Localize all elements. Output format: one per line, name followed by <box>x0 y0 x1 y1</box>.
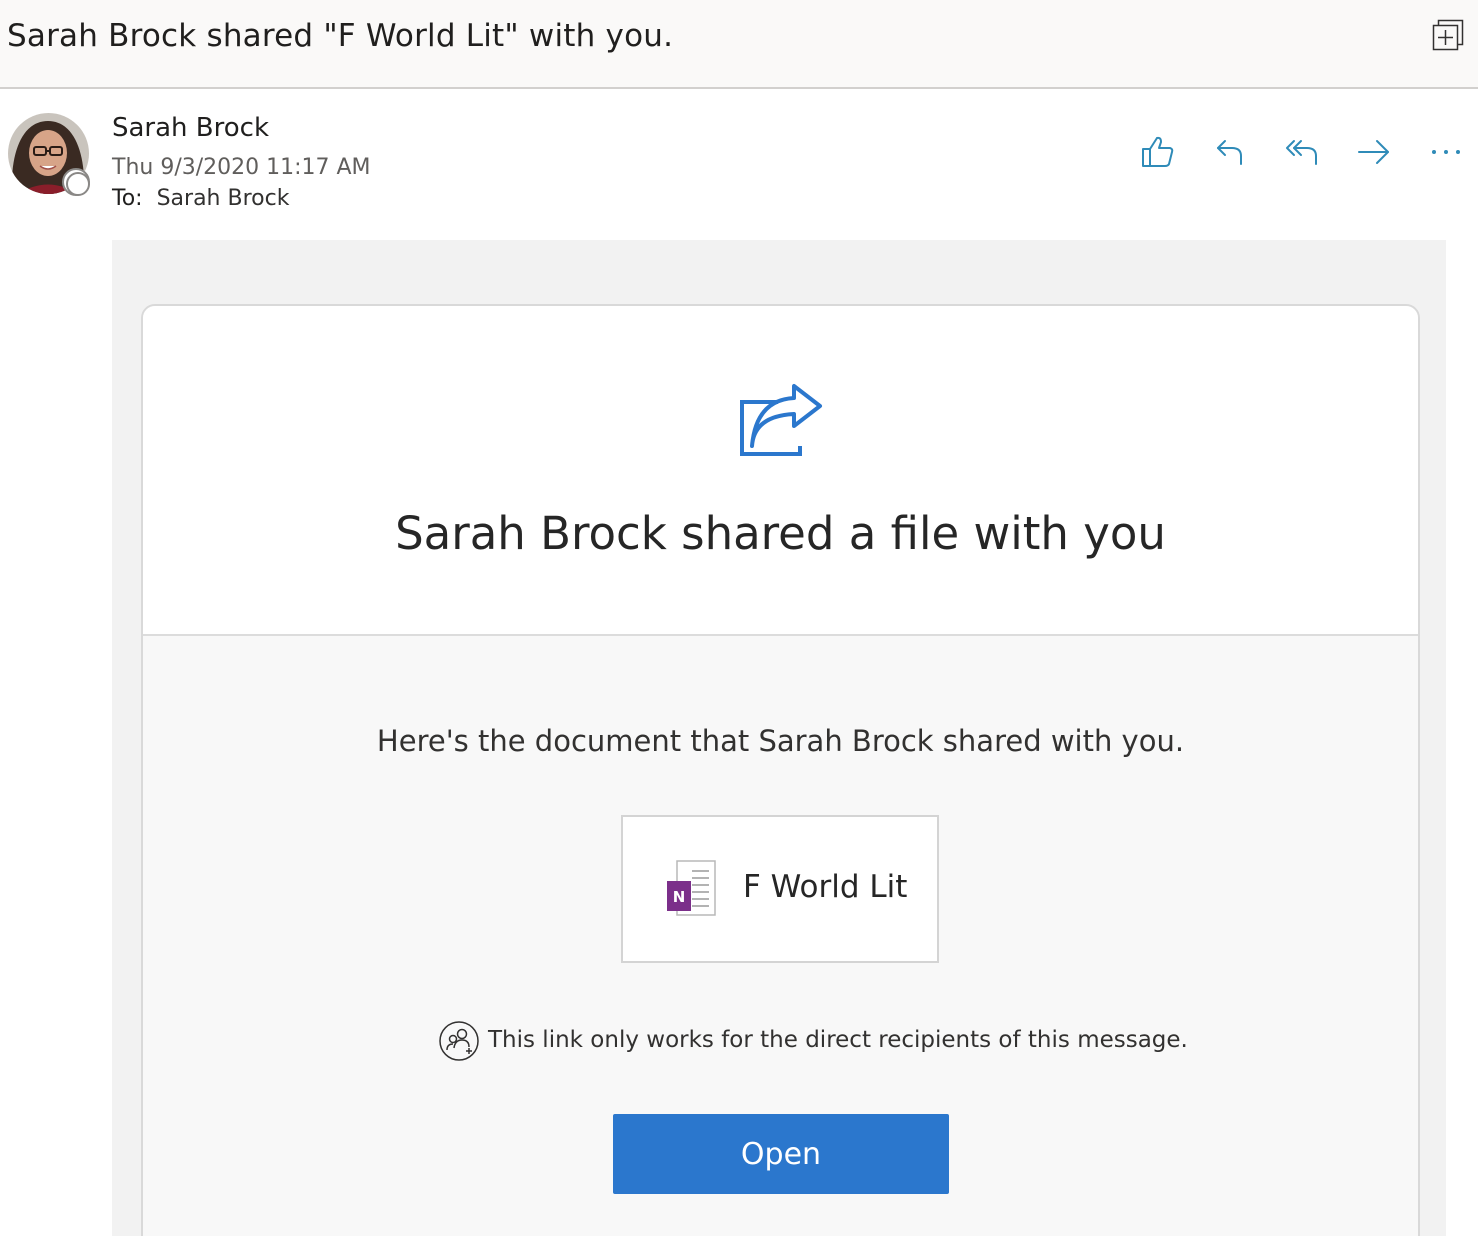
card-title: Sarah Brock shared a file with you <box>395 507 1166 560</box>
reply-all-button[interactable] <box>1278 128 1326 176</box>
people-icon <box>439 1021 479 1061</box>
to-recipient[interactable]: Sarah Brock <box>157 186 290 211</box>
notice-text: This link only works for the direct reci… <box>488 1027 1188 1053</box>
to-line: To: Sarah Brock <box>112 186 289 211</box>
to-label: To: <box>112 186 143 211</box>
more-actions-icon <box>1432 150 1460 154</box>
open-button[interactable]: Open <box>613 1114 949 1194</box>
forward-icon <box>1358 140 1389 164</box>
like-button[interactable] <box>1134 128 1182 176</box>
card-header: Sarah Brock shared a file with you <box>143 306 1418 636</box>
subject-bar: Sarah Brock shared "F World Lit" with yo… <box>0 0 1478 89</box>
share-icon <box>740 384 822 456</box>
card-intro-text: Here's the document that Sarah Brock sha… <box>376 724 1185 758</box>
share-card: Sarah Brock shared a file with you Here'… <box>141 304 1420 1236</box>
forward-button[interactable] <box>1350 128 1398 176</box>
thumbs-up-icon <box>1142 136 1174 167</box>
file-tile[interactable]: N F World Lit <box>621 815 939 963</box>
message-datetime: Thu 9/3/2020 11:17 AM <box>112 155 371 180</box>
reply-all-icon <box>1286 140 1317 165</box>
message-subject: Sarah Brock shared "F World Lit" with yo… <box>7 18 674 54</box>
reply-button[interactable] <box>1206 128 1254 176</box>
more-actions-button[interactable] <box>1422 128 1470 176</box>
onenote-icon: N <box>667 860 716 916</box>
open-in-new-window-icon[interactable] <box>1432 19 1464 51</box>
file-name: F World Lit <box>743 869 908 905</box>
presence-status-icon <box>62 168 90 196</box>
sender-name[interactable]: Sarah Brock <box>112 113 269 143</box>
onenote-letter: N <box>673 888 686 906</box>
reply-icon <box>1217 140 1242 165</box>
